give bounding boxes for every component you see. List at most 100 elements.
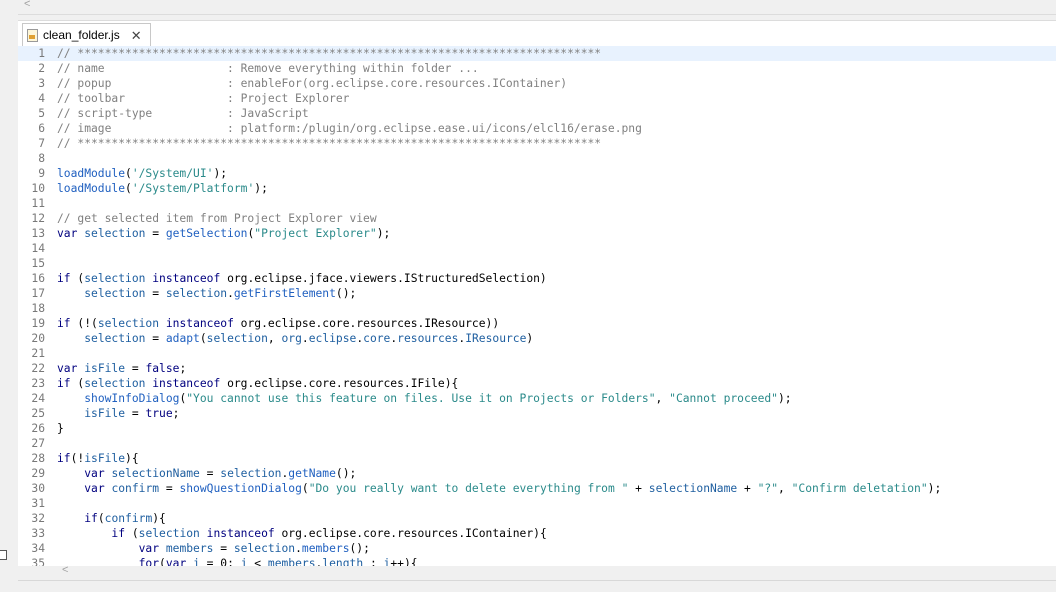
code-line[interactable]: 11 bbox=[18, 196, 1056, 211]
line-number: 6 bbox=[38, 122, 45, 135]
code-line[interactable]: 32 if(confirm){ bbox=[18, 511, 1056, 526]
top-horizontal-scrollbar[interactable]: < bbox=[18, 0, 1056, 15]
code-line[interactable]: 16 if (selection instanceof org.eclipse.j… bbox=[18, 271, 1056, 286]
code-line[interactable]: 24 showInfoDialog("You cannot use this f… bbox=[18, 391, 1056, 406]
code-line[interactable]: 3 // popup : enableFor(org.eclipse.core.r… bbox=[18, 76, 1056, 91]
line-number: 9 bbox=[38, 167, 45, 180]
line-number: 29 bbox=[31, 467, 45, 480]
code-line-text: // *************************************… bbox=[57, 47, 602, 60]
code-line-text: if (!(selection instanceof org.eclipse.c… bbox=[57, 317, 500, 330]
code-line[interactable]: 9 loadModule('/System/UI'); bbox=[18, 166, 1056, 181]
line-number: 14 bbox=[31, 242, 45, 255]
code-line[interactable]: 33 if (selection instanceof org.eclipse.… bbox=[18, 526, 1056, 541]
code-line[interactable]: 15 bbox=[18, 256, 1056, 271]
line-number: 32 bbox=[31, 512, 45, 525]
line-number: 11 bbox=[31, 197, 45, 210]
code-line[interactable]: 26} bbox=[18, 421, 1056, 436]
code-line-text: var members = selection.members(); bbox=[138, 542, 370, 555]
line-number: 16 bbox=[31, 272, 45, 285]
line-number: 12 bbox=[31, 212, 45, 225]
line-number: 27 bbox=[31, 437, 45, 450]
line-number: 17 bbox=[31, 287, 45, 300]
code-line[interactable]: 4 // toolbar : Project Explorer bbox=[18, 91, 1056, 106]
code-line[interactable]: 23 if (selection instanceof org.eclipse.c… bbox=[18, 376, 1056, 391]
code-line[interactable]: 17 selection = selection.getFirstElement… bbox=[18, 286, 1056, 301]
code-line[interactable]: 27 bbox=[18, 436, 1056, 451]
code-line[interactable]: 5 // script-type : JavaScript bbox=[18, 106, 1056, 121]
code-line[interactable]: 13 var selection = getSelection("Project … bbox=[18, 226, 1056, 241]
code-line-text: if(confirm){ bbox=[84, 512, 166, 525]
code-line-text: showInfoDialog("You cannot use this feat… bbox=[84, 392, 792, 405]
code-line[interactable]: 28 if(!isFile){ bbox=[18, 451, 1056, 466]
code-line[interactable]: 12 // get selected item from Project Expl… bbox=[18, 211, 1056, 226]
line-number: 31 bbox=[31, 497, 45, 510]
line-number: 34 bbox=[31, 542, 45, 555]
code-line-text: if(!isFile){ bbox=[57, 452, 139, 465]
status-strip bbox=[18, 580, 1056, 592]
code-line-text: // script-type : JavaScript bbox=[57, 107, 309, 120]
code-line-text: // get selected item from Project Explor… bbox=[57, 212, 377, 225]
code-line[interactable]: 18 bbox=[18, 301, 1056, 316]
code-line-text: } bbox=[57, 422, 64, 435]
code-line[interactable]: 1 // ************************************… bbox=[18, 46, 1056, 61]
tab-clean-folder-js[interactable]: clean_folder.js ✕ bbox=[22, 23, 151, 46]
line-number: 2 bbox=[38, 62, 45, 75]
code-line-text: // toolbar : Project Explorer bbox=[57, 92, 350, 105]
line-number: 33 bbox=[31, 527, 45, 540]
code-line-text: loadModule('/System/UI'); bbox=[57, 167, 228, 180]
code-line-text: selection = adapt(selection, org.eclipse… bbox=[84, 332, 534, 345]
line-number: 24 bbox=[31, 392, 45, 405]
line-number: 18 bbox=[31, 302, 45, 315]
code-line[interactable]: 8 bbox=[18, 151, 1056, 166]
javascript-file-icon bbox=[27, 28, 38, 42]
bottom-horizontal-scrollbar[interactable]: < bbox=[18, 564, 1056, 579]
line-number: 21 bbox=[31, 347, 45, 360]
code-line-text: isFile = true; bbox=[84, 407, 180, 420]
line-number: 23 bbox=[31, 377, 45, 390]
line-number: 7 bbox=[38, 137, 45, 150]
line-number: 13 bbox=[31, 227, 45, 240]
code-line[interactable]: 2 // name : Remove everything within fold… bbox=[18, 61, 1056, 76]
left-gutter bbox=[0, 0, 18, 591]
code-line-text: loadModule('/System/Platform'); bbox=[57, 182, 268, 195]
code-line[interactable]: 22 var isFile = false; bbox=[18, 361, 1056, 376]
code-line[interactable]: 19 if (!(selection instanceof org.eclipse… bbox=[18, 316, 1056, 331]
line-number: 20 bbox=[31, 332, 45, 345]
line-number: 3 bbox=[38, 77, 45, 90]
code-line[interactable]: 10 loadModule('/System/Platform'); bbox=[18, 181, 1056, 196]
line-number: 28 bbox=[31, 452, 45, 465]
code-line-text: var confirm = showQuestionDialog("Do you… bbox=[84, 482, 942, 495]
code-line[interactable]: 30 var confirm = showQuestionDialog("Do … bbox=[18, 481, 1056, 496]
code-line[interactable]: 6 // image : platform:/plugin/org.eclipse… bbox=[18, 121, 1056, 136]
code-line[interactable]: 20 selection = adapt(selection, org.ecli… bbox=[18, 331, 1056, 346]
code-text-area[interactable]: 1 // ************************************… bbox=[18, 46, 1056, 566]
code-line-text: // popup : enableFor(org.eclipse.core.re… bbox=[57, 77, 568, 90]
line-number: 30 bbox=[31, 482, 45, 495]
line-number: 10 bbox=[31, 182, 45, 195]
code-line[interactable]: 7 // ************************************… bbox=[18, 136, 1056, 151]
line-number: 8 bbox=[38, 152, 45, 165]
code-line[interactable]: 31 bbox=[18, 496, 1056, 511]
code-line-text: // *************************************… bbox=[57, 137, 602, 150]
code-line-text: var selection = getSelection("Project Ex… bbox=[57, 227, 391, 240]
code-line-text: if (selection instanceof org.eclipse.cor… bbox=[57, 377, 459, 390]
code-line-text: var isFile = false; bbox=[57, 362, 187, 375]
close-icon[interactable]: ✕ bbox=[131, 29, 142, 42]
line-number: 19 bbox=[31, 317, 45, 330]
line-number: 26 bbox=[31, 422, 45, 435]
code-line-text: if (selection instanceof org.eclipse.cor… bbox=[111, 527, 547, 540]
code-line[interactable]: 14 bbox=[18, 241, 1056, 256]
code-line[interactable]: 25 isFile = true; bbox=[18, 406, 1056, 421]
scroll-left-arrow-icon[interactable]: < bbox=[62, 564, 68, 576]
line-number: 15 bbox=[31, 257, 45, 270]
line-number: 25 bbox=[31, 407, 45, 420]
code-line-text: for(var i = 0; i < members.length ; i++)… bbox=[138, 557, 418, 566]
editor-tab-bar: clean_folder.js ✕ bbox=[18, 21, 1056, 46]
scroll-left-arrow-icon[interactable]: < bbox=[24, 0, 30, 10]
code-line-text: // name : Remove everything within folde… bbox=[57, 62, 479, 75]
code-line[interactable]: 35 for(var i = 0; i < members.length ; i… bbox=[18, 556, 1056, 566]
code-line-text: // image : platform:/plugin/org.eclipse.… bbox=[57, 122, 642, 135]
code-line[interactable]: 34 var members = selection.members(); bbox=[18, 541, 1056, 556]
code-line[interactable]: 21 bbox=[18, 346, 1056, 361]
code-line[interactable]: 29 var selectionName = selection.getName… bbox=[18, 466, 1056, 481]
